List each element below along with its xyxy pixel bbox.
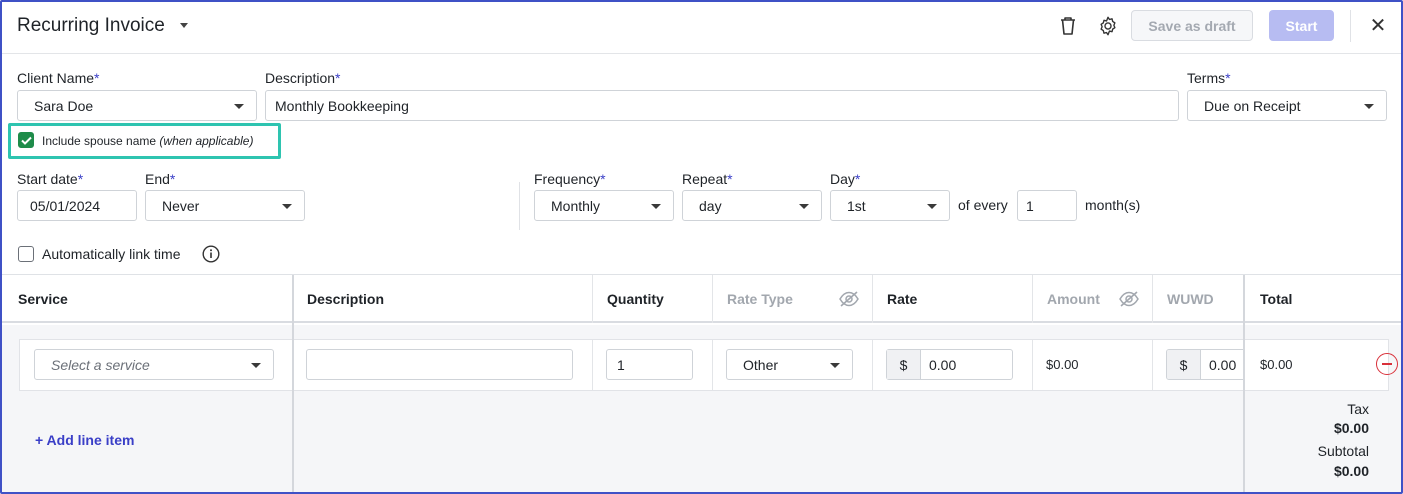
- tax-value: $0.00: [1333, 420, 1369, 436]
- column-divider: [1032, 340, 1033, 390]
- rate-currency-prefix: $: [887, 350, 921, 379]
- sticky-column-divider: [292, 275, 294, 492]
- repeat-value: day: [699, 197, 722, 214]
- column-header-amount: Amount: [1047, 291, 1100, 307]
- day-select[interactable]: 1st: [830, 190, 950, 221]
- include-spouse-checkbox[interactable]: [18, 132, 34, 148]
- column-divider: [1152, 340, 1153, 390]
- start-date-label: Start date*: [17, 171, 84, 187]
- rate-type-value: Other: [743, 356, 779, 373]
- save-as-draft-button[interactable]: Save as draft: [1131, 10, 1253, 41]
- eye-off-icon[interactable]: [1118, 290, 1140, 311]
- column-header-rate: Rate: [887, 291, 918, 307]
- trash-icon[interactable]: [1056, 14, 1080, 38]
- chevron-down-icon: [234, 104, 244, 109]
- day-label: Day*: [830, 171, 861, 187]
- column-divider: [872, 340, 873, 390]
- terms-select[interactable]: Due on Receipt: [1187, 90, 1387, 121]
- service-select[interactable]: Select a service: [34, 349, 274, 380]
- start-button[interactable]: Start: [1269, 10, 1334, 41]
- quantity-input[interactable]: 1: [606, 349, 693, 380]
- end-label: End*: [145, 171, 176, 187]
- column-divider: [712, 340, 713, 390]
- remove-line-icon[interactable]: [1376, 353, 1398, 375]
- column-divider: [872, 275, 873, 323]
- column-header-description: Description: [307, 291, 385, 307]
- description-value: Monthly Bookkeeping: [275, 97, 409, 114]
- client-name-value: Sara Doe: [34, 97, 94, 114]
- description-label: Description*: [265, 70, 341, 86]
- terms-value: Due on Receipt: [1204, 97, 1301, 114]
- rate-input[interactable]: $ 0.00: [886, 349, 1013, 380]
- column-divider: [592, 275, 593, 323]
- column-divider: [712, 275, 713, 323]
- client-name-label: Client Name*: [17, 70, 100, 86]
- service-placeholder: Select a service: [51, 356, 150, 373]
- include-spouse-label: Include spouse name (when applicable): [42, 134, 254, 148]
- gear-icon[interactable]: [1096, 14, 1120, 38]
- start-date-input[interactable]: 05/01/2024: [17, 190, 137, 221]
- tax-label: Tax: [1347, 401, 1369, 417]
- end-select[interactable]: Never: [145, 190, 305, 221]
- start-date-value: 05/01/2024: [30, 197, 101, 214]
- description-input[interactable]: Monthly Bookkeeping: [265, 90, 1179, 121]
- amount-value: $0.00: [1046, 357, 1079, 372]
- column-divider: [1032, 275, 1033, 323]
- info-icon[interactable]: [202, 245, 220, 263]
- title-dropdown-icon[interactable]: [180, 23, 188, 28]
- chevron-down-icon: [651, 204, 661, 209]
- wuwd-value: 0.00: [1209, 356, 1237, 373]
- column-divider: [1152, 275, 1153, 323]
- chevron-down-icon: [1364, 104, 1374, 109]
- column-header-service: Service: [18, 291, 68, 307]
- rate-type-select[interactable]: Other: [726, 349, 853, 380]
- terms-label: Terms*: [1187, 70, 1231, 86]
- column-header-wuwd: WUWD: [1167, 291, 1214, 307]
- of-every-label: of every: [958, 197, 1008, 213]
- total-value: $0.00: [1260, 357, 1293, 372]
- column-divider: [592, 340, 593, 390]
- repeat-label: Repeat*: [682, 171, 733, 187]
- quantity-value: 1: [617, 356, 625, 373]
- page-title: Recurring Invoice: [17, 15, 165, 36]
- add-line-item-button[interactable]: + Add line item: [35, 432, 134, 448]
- form-divider: [519, 182, 520, 230]
- client-name-select[interactable]: Sara Doe: [17, 90, 257, 121]
- close-icon[interactable]: ✕: [1368, 14, 1388, 37]
- column-header-rate-type: Rate Type: [727, 291, 793, 307]
- auto-link-time-label: Automatically link time: [42, 246, 181, 262]
- header-bar: Recurring Invoice Save as draft Start ✕: [2, 2, 1401, 54]
- frequency-label: Frequency*: [534, 171, 606, 187]
- frequency-select[interactable]: Monthly: [534, 190, 674, 221]
- chevron-down-icon: [282, 204, 292, 209]
- months-label: month(s): [1085, 197, 1141, 213]
- line-description-input[interactable]: [306, 349, 573, 380]
- auto-link-time-checkbox[interactable]: [18, 246, 34, 262]
- column-header-quantity: Quantity: [607, 291, 664, 307]
- eye-off-icon[interactable]: [838, 290, 860, 311]
- chevron-down-icon: [927, 204, 937, 209]
- repeat-select[interactable]: day: [682, 190, 822, 221]
- wuwd-currency-prefix: $: [1167, 350, 1201, 379]
- rate-value: 0.00: [929, 356, 957, 373]
- subtotal-value: $0.00: [1333, 463, 1369, 479]
- chevron-down-icon: [830, 363, 840, 368]
- wuwd-input[interactable]: $ 0.00: [1166, 349, 1246, 380]
- end-value: Never: [162, 197, 200, 214]
- frequency-value: Monthly: [551, 197, 601, 214]
- subtotal-label: Subtotal: [1317, 443, 1369, 459]
- table-header: Service Description Quantity Rate Type R…: [2, 275, 1401, 323]
- every-count-value: 1: [1026, 197, 1034, 214]
- chevron-down-icon: [251, 363, 261, 368]
- day-value: 1st: [847, 197, 866, 214]
- check-icon: [20, 136, 32, 145]
- header-divider: [1350, 10, 1351, 42]
- chevron-down-icon: [799, 204, 809, 209]
- every-count-input[interactable]: 1: [1017, 190, 1077, 221]
- recurring-invoice-window: Recurring Invoice Save as draft Start ✕ …: [0, 0, 1403, 494]
